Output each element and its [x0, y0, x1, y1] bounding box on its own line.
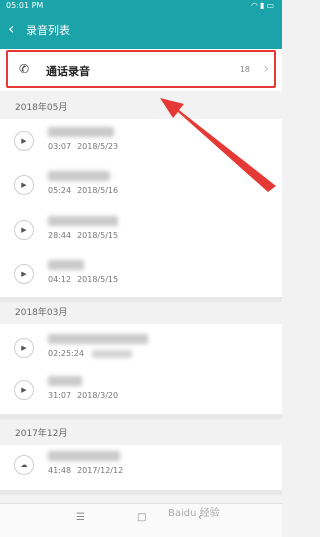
- section-divider: [0, 490, 282, 495]
- blurred-name: [48, 451, 120, 461]
- item-date: 2017/12/12: [77, 466, 124, 475]
- blurred-name: [48, 216, 118, 226]
- section-card: ☁ 41:48 2017/12/12: [0, 445, 282, 490]
- home-icon[interactable]: □: [137, 512, 146, 523]
- item-date: 2018/5/16: [77, 186, 119, 195]
- navigation-bar: ☰ □ ‹: [0, 503, 282, 537]
- item-meta: 41:48 2017/12/12: [48, 466, 123, 475]
- play-icon[interactable]: ▶: [14, 220, 34, 240]
- item-duration: 31:07: [48, 391, 72, 400]
- item-meta: 04:12 2018/5/15: [48, 275, 118, 284]
- list-item[interactable]: ▶ 04:12 2018/5/15: [0, 256, 282, 294]
- menu-icon[interactable]: ☰: [76, 512, 85, 523]
- item-duration: 03:07: [48, 142, 72, 151]
- status-bar: 05:01 PM ◠▮▭: [0, 0, 282, 13]
- section-divider: [0, 414, 282, 419]
- item-duration: 02:25:24: [48, 349, 84, 358]
- list-item[interactable]: ▶ 02:25:24: [0, 330, 282, 368]
- play-icon[interactable]: ▶: [14, 338, 34, 358]
- blurred-name: [48, 260, 84, 270]
- list-item[interactable]: ▶ 03:07 2018/5/23: [0, 123, 282, 161]
- list-item[interactable]: ▶ 31:07 2018/3/20: [0, 372, 282, 410]
- list-item[interactable]: ☁ 41:48 2017/12/12: [0, 447, 282, 485]
- item-duration: 04:12: [48, 275, 72, 284]
- section-card: ▶ 02:25:24 ▶ 31:07 2018/3/20: [0, 324, 282, 414]
- item-date: 2018/5/15: [77, 275, 119, 284]
- battery-icon: ▭: [266, 1, 276, 10]
- status-icons: ◠▮▭: [251, 1, 276, 10]
- item-duration: 41:48: [48, 466, 72, 475]
- section-card: ▶ 03:07 2018/5/23 ▶ 05:24 2018/5/16 ▶ 28:4…: [0, 119, 282, 297]
- highlight-box: [6, 50, 276, 88]
- item-meta: 02:25:24: [48, 349, 90, 358]
- play-icon[interactable]: ▶: [14, 264, 34, 284]
- play-icon[interactable]: ▶: [14, 175, 34, 195]
- blurred-name: [48, 171, 110, 181]
- page-title: 录音列表: [26, 24, 70, 37]
- section-header: 2017年12月: [15, 429, 68, 439]
- watermark-logo: Baidu 经验: [168, 508, 220, 519]
- item-duration: 28:44: [48, 231, 72, 240]
- item-meta: 31:07 2018/3/20: [48, 391, 118, 400]
- item-date: 2018/3/20: [77, 391, 119, 400]
- item-date: 2018/5/15: [77, 231, 119, 240]
- blurred-name: [48, 127, 114, 137]
- item-date: 2018/5/23: [77, 142, 119, 151]
- item-duration: 05:24: [48, 186, 72, 195]
- cloud-icon[interactable]: ☁: [14, 455, 34, 475]
- item-meta: 28:44 2018/5/15: [48, 231, 118, 240]
- blurred-date: [92, 350, 132, 358]
- list-item[interactable]: ▶ 05:24 2018/5/16: [0, 167, 282, 205]
- wifi-icon: ◠: [251, 1, 261, 10]
- list-item[interactable]: ▶ 28:44 2018/5/15: [0, 212, 282, 250]
- blurred-name: [48, 334, 148, 344]
- status-time: 05:01 PM: [6, 1, 44, 10]
- section-header: 2018年03月: [15, 308, 68, 318]
- item-meta: 03:07 2018/5/23: [48, 142, 118, 151]
- play-icon[interactable]: ▶: [14, 131, 34, 151]
- back-arrow-icon[interactable]: ‹: [8, 19, 14, 38]
- app-bar: ‹ 录音列表: [0, 13, 282, 49]
- item-meta: 05:24 2018/5/16: [48, 186, 118, 195]
- section-header: 2018年05月: [15, 103, 68, 113]
- play-icon[interactable]: ▶: [14, 380, 34, 400]
- blurred-name: [48, 376, 82, 386]
